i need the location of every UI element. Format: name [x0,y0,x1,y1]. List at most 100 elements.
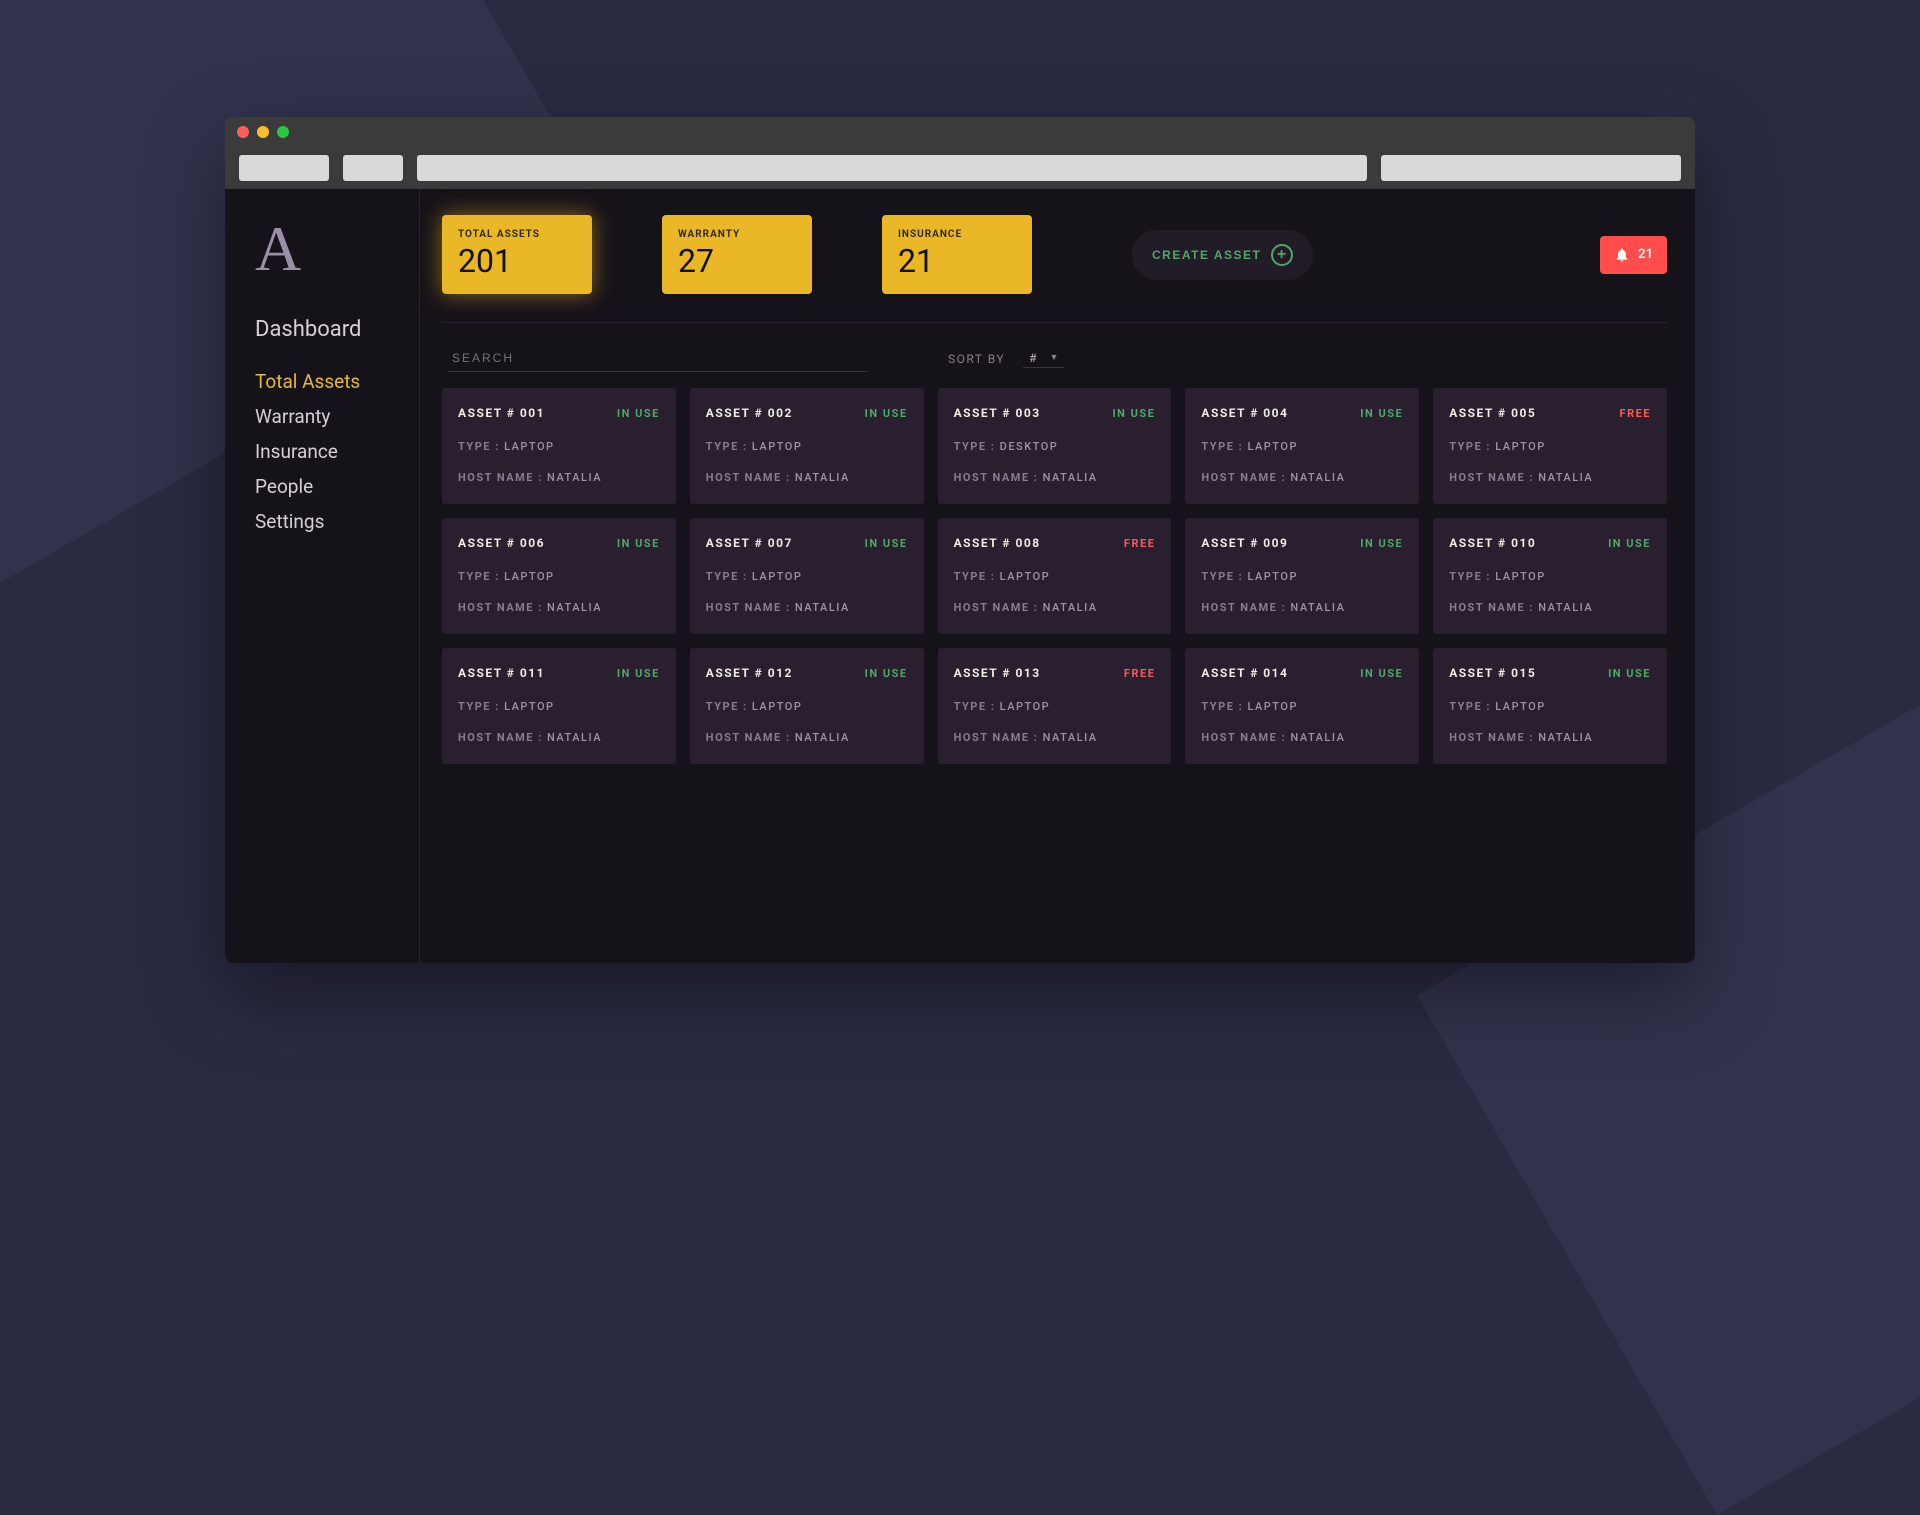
asset-type: TYPE : LAPTOP [706,570,908,583]
app-logo: A [255,217,401,281]
asset-card[interactable]: ASSET # 008FREETYPE : LAPTOPHOST NAME : … [938,518,1172,634]
maximize-icon[interactable] [277,126,289,138]
asset-card[interactable]: ASSET # 004IN USETYPE : LAPTOPHOST NAME … [1185,388,1419,504]
asset-card[interactable]: ASSET # 010IN USETYPE : LAPTOPHOST NAME … [1433,518,1667,634]
stat-total-assets[interactable]: TOTAL ASSETS 201 [442,215,592,294]
status-badge: IN USE [1360,537,1403,550]
create-asset-label: CREATE ASSET [1152,248,1261,262]
asset-id: ASSET # 009 [1201,536,1288,550]
asset-host: HOST NAME : NATALIA [1449,731,1651,744]
app-window: A Dashboard Total Assets Warranty Insura… [225,117,1695,963]
asset-type: TYPE : LAPTOP [1449,700,1651,713]
asset-card[interactable]: ASSET # 014IN USETYPE : LAPTOPHOST NAME … [1185,648,1419,764]
urlbar [225,147,1695,189]
stat-label: WARRANTY [678,229,772,240]
asset-card[interactable]: ASSET # 015 IN USE TYPE : LAPTOP HOST NAME … [1433,648,1667,764]
stat-value: 27 [678,242,772,280]
asset-host: HOST NAME : NATALIA [1449,601,1651,614]
search-input[interactable] [448,345,868,372]
status-badge: IN USE [865,537,908,550]
status-badge: IN USE [865,407,908,420]
extensions-area[interactable] [1381,155,1681,181]
status-badge: IN USE [1112,407,1155,420]
asset-id: ASSET # 013 [954,666,1041,680]
asset-card[interactable]: ASSET # 006 IN USE TYPE : LAPTOP HOST NAME … [442,518,676,634]
asset-host: HOST NAME : NATALIA [954,731,1156,744]
asset-host: HOST NAME : NATALIA [1201,731,1403,744]
nav-reload[interactable] [343,155,403,181]
asset-type: TYPE : LAPTOP [1201,700,1403,713]
asset-type: TYPE : LAPTOP [706,440,908,453]
nav-dashboard[interactable]: Dashboard [255,311,401,348]
stat-label: INSURANCE [898,229,992,240]
stat-warranty[interactable]: WARRANTY 27 [662,215,812,294]
content: A Dashboard Total Assets Warranty Insura… [225,189,1695,963]
notif-count: 21 [1638,247,1653,262]
nav-insurance[interactable]: Insurance [255,434,401,469]
notifications-button[interactable]: 21 [1600,236,1667,274]
asset-card[interactable]: ASSET # 009IN USETYPE : LAPTOPHOST NAME … [1185,518,1419,634]
asset-type: TYPE : LAPTOP [954,700,1156,713]
asset-card[interactable]: ASSET # 012IN USETYPE : LAPTOPHOST NAME … [690,648,924,764]
asset-id: ASSET # 004 [1201,406,1288,420]
asset-type: TYPE : LAPTOP [458,440,660,453]
status-badge: IN USE [1360,667,1403,680]
asset-card[interactable]: ASSET # 003IN USETYPE : DESKTOPHOST NAME… [938,388,1172,504]
asset-host: HOST NAME : NATALIA [954,471,1156,484]
sort-dropdown[interactable]: # [1023,349,1064,368]
sidebar: A Dashboard Total Assets Warranty Insura… [225,189,420,963]
stat-value: 21 [898,242,992,280]
status-badge: IN USE [617,407,660,420]
asset-type: TYPE : LAPTOP [1201,570,1403,583]
status-badge: IN USE [1608,667,1651,680]
nav-warranty[interactable]: Warranty [255,399,401,434]
main-panel: TOTAL ASSETS 201 WARRANTY 27 INSURANCE 2… [420,189,1695,963]
stat-cards: TOTAL ASSETS 201 WARRANTY 27 INSURANCE 2… [442,215,1032,294]
address-field[interactable] [417,155,1367,181]
asset-type: TYPE : LAPTOP [1201,440,1403,453]
asset-id: ASSET # 006 [458,536,545,550]
close-icon[interactable] [237,126,249,138]
asset-host: HOST NAME : NATALIA [1449,471,1651,484]
asset-id: ASSET # 003 [954,406,1041,420]
asset-card[interactable]: ASSET # 002 IN USE TYPE : LAPTOP HOST NAME … [690,388,924,504]
nav-people[interactable]: People [255,469,401,504]
asset-card[interactable]: ASSET # 007IN USETYPE : LAPTOPHOST NAME … [690,518,924,634]
sort-control: SORT BY # [948,349,1064,368]
status-badge: IN USE [617,537,660,550]
asset-host: HOST NAME : NATALIA [458,601,660,614]
asset-type: TYPE : LAPTOP [458,570,660,583]
asset-id: ASSET # 008 [954,536,1041,550]
asset-type: TYPE : LAPTOP [1449,440,1651,453]
asset-host: HOST NAME : NATALIA [706,731,908,744]
status-badge: IN USE [1608,537,1651,550]
asset-host: HOST NAME : NATALIA [458,731,660,744]
plus-icon: + [1271,244,1293,266]
nav-settings[interactable]: Settings [255,504,401,539]
nav-back-forward[interactable] [239,155,329,181]
asset-host: HOST NAME : NATALIA [458,471,660,484]
asset-card[interactable]: ASSET # 013 FREE TYPE : LAPTOP HOST NAME : … [938,648,1172,764]
stat-label: TOTAL ASSETS [458,229,552,240]
asset-host: HOST NAME : NATALIA [954,601,1156,614]
asset-type: TYPE : LAPTOP [458,700,660,713]
nav-total-assets[interactable]: Total Assets [255,364,401,399]
asset-card[interactable]: ASSET # 001IN USETYPE : LAPTOPHOST NAME … [442,388,676,504]
asset-id: ASSET # 005 [1449,406,1536,420]
asset-id: ASSET # 015 [1449,666,1536,680]
asset-host: HOST NAME : NATALIA [706,471,908,484]
asset-type: TYPE : LAPTOP [1449,570,1651,583]
status-badge: FREE [1124,667,1155,680]
create-asset-button[interactable]: CREATE ASSET + [1132,230,1313,280]
asset-card[interactable]: ASSET # 011IN USETYPE : LAPTOPHOST NAME … [442,648,676,764]
asset-id: ASSET # 002 [706,406,793,420]
sort-label: SORT BY [948,352,1005,366]
minimize-icon[interactable] [257,126,269,138]
stat-insurance[interactable]: INSURANCE 21 [882,215,1032,294]
controls-row: SORT BY # [442,323,1667,388]
asset-host: HOST NAME : NATALIA [1201,471,1403,484]
asset-grid: ASSET # 001IN USETYPE : LAPTOPHOST NAME … [442,388,1667,764]
bell-icon [1614,246,1630,264]
status-badge: FREE [1124,537,1155,550]
asset-card[interactable]: ASSET # 005FREETYPE : LAPTOPHOST NAME : … [1433,388,1667,504]
